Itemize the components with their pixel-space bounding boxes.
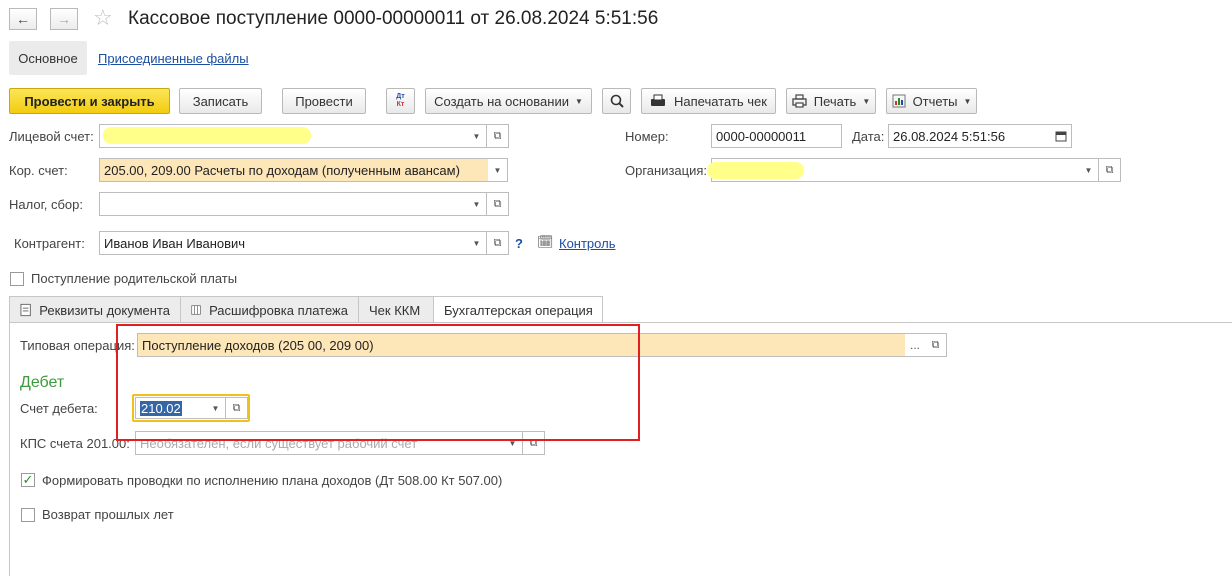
org-open-button[interactable]: ⧉ xyxy=(1099,158,1121,182)
open-window-icon: ⧉ xyxy=(1105,163,1114,176)
tax-open-button[interactable]: ⧉ xyxy=(487,192,509,216)
dt-kt-button[interactable]: Дт Кт xyxy=(386,88,415,114)
typical-operation-open-button[interactable]: ⧉ xyxy=(925,333,947,357)
report-chart-icon xyxy=(892,94,906,108)
back-button[interactable]: ← xyxy=(9,8,37,30)
redacted-highlight xyxy=(103,127,311,144)
account-open-button[interactable]: ⧉ xyxy=(487,124,509,148)
printer-icon xyxy=(792,94,807,108)
date-label: Дата: xyxy=(852,129,885,144)
calendar-icon xyxy=(1055,131,1066,142)
star-icon[interactable]: ☆ xyxy=(93,5,113,31)
chevron-down-icon: ▼ xyxy=(472,199,481,209)
annotation-red-rectangle xyxy=(116,324,640,441)
counterparty-dropdown[interactable]: ▼ xyxy=(467,231,487,255)
create-based-on-label: Создать на основании xyxy=(434,93,569,109)
tax-field[interactable] xyxy=(99,192,468,216)
tab-accounting-operation[interactable]: Бухгалтерская операция xyxy=(433,296,603,324)
prior-years-checkbox[interactable] xyxy=(21,508,35,522)
receipt-printer-icon xyxy=(651,94,666,106)
document-icon xyxy=(20,303,31,317)
account-label: Лицевой счет: xyxy=(9,129,94,144)
chevron-down-icon: ▼ xyxy=(472,131,481,141)
prior-years-label: Возврат прошлых лет xyxy=(42,507,174,522)
print-receipt-button[interactable]: Напечатать чек xyxy=(641,88,776,114)
form-entries-checkbox[interactable]: ✓ xyxy=(21,472,35,487)
ellipsis-icon: ... xyxy=(909,338,920,352)
number-field[interactable]: 0000-00000011 xyxy=(711,124,842,148)
tab-label: Реквизиты документа xyxy=(39,302,170,318)
dt-icon-label: Дт xyxy=(396,93,405,100)
reports-button[interactable]: Отчеты ▼ xyxy=(886,88,977,114)
calendar-control-icon: 🗓 xyxy=(537,234,554,249)
chevron-down-icon: ▼ xyxy=(472,238,481,248)
counterparty-open-button[interactable]: ⧉ xyxy=(487,231,509,255)
typical-operation-select-button[interactable]: ... xyxy=(905,333,926,357)
checkmark-icon: ✓ xyxy=(22,472,34,487)
attached-files-link[interactable]: Присоединенные файлы xyxy=(98,51,249,66)
counterparty-label: Контрагент: xyxy=(14,236,85,251)
open-window-icon: ⧉ xyxy=(493,197,502,210)
tab-label: Чек ККМ xyxy=(369,302,421,318)
print-label: Печать xyxy=(813,93,857,109)
redacted-highlight xyxy=(707,162,804,179)
cor-account-dropdown[interactable]: ▼ xyxy=(488,158,508,182)
chevron-down-icon: ▼ xyxy=(493,165,502,175)
debit-account-label: Счет дебета: xyxy=(20,401,98,416)
forward-button[interactable]: → xyxy=(50,8,78,30)
page-title: Кассовое поступление 0000-00000011 от 26… xyxy=(128,8,659,29)
cor-account-label: Кор. счет: xyxy=(9,163,68,178)
parent-fee-checkbox[interactable] xyxy=(10,272,24,286)
chevron-down-icon: ▼ xyxy=(574,96,583,106)
chevron-down-icon: ▼ xyxy=(862,96,871,106)
print-button[interactable]: Печать ▼ xyxy=(786,88,876,114)
counterparty-field[interactable]: Иванов Иван Иванович xyxy=(99,231,468,255)
form-entries-label: Формировать проводки по исполнению плана… xyxy=(42,473,503,488)
table-icon xyxy=(191,305,201,315)
tab-label: Бухгалтерская операция xyxy=(444,303,593,318)
create-based-on-button[interactable]: Создать на основании ▼ xyxy=(425,88,592,114)
debit-header: Дебет xyxy=(20,374,65,391)
tab-kkm-receipt[interactable]: Чек ККМ xyxy=(358,296,434,323)
chevron-down-icon: ▼ xyxy=(1084,165,1093,175)
reports-label: Отчеты xyxy=(912,93,958,109)
number-label: Номер: xyxy=(625,129,669,144)
open-window-icon: ⧉ xyxy=(931,338,940,351)
nav-main-tab[interactable]: Основное xyxy=(9,41,87,75)
date-field[interactable]: 26.08.2024 5:51:56 xyxy=(888,124,1051,148)
parent-fee-label: Поступление родительской платы xyxy=(31,271,238,286)
arrow-right-icon: → xyxy=(57,11,71,27)
cor-account-field[interactable]: 205.00, 209.00 Расчеты по доходам (получ… xyxy=(99,158,489,182)
kt-icon-label: Кт xyxy=(396,101,405,108)
help-icon[interactable]: ? xyxy=(515,236,523,251)
control-link[interactable]: Контроль xyxy=(559,236,615,251)
save-button[interactable]: Записать xyxy=(179,88,262,114)
tab-document-details[interactable]: Реквизиты документа xyxy=(9,296,181,323)
print-receipt-label: Напечатать чек xyxy=(674,93,767,109)
tax-dropdown[interactable]: ▼ xyxy=(467,192,487,216)
open-window-icon: ⧉ xyxy=(493,236,502,249)
org-dropdown[interactable]: ▼ xyxy=(1079,158,1099,182)
date-picker-button[interactable] xyxy=(1050,124,1072,148)
post-button[interactable]: Провести xyxy=(282,88,366,114)
chevron-down-icon: ▼ xyxy=(963,96,972,106)
magnifier-icon xyxy=(610,94,624,108)
kps-label: КПС счета 201.00: xyxy=(20,436,130,451)
tax-label: Налог, сбор: xyxy=(9,197,83,212)
account-dropdown[interactable]: ▼ xyxy=(467,124,487,148)
tab-label: Расшифровка платежа xyxy=(209,302,348,318)
arrow-left-icon: ← xyxy=(16,11,30,27)
tab-payment-breakdown[interactable]: Расшифровка платежа xyxy=(180,296,359,323)
org-label: Организация: xyxy=(625,163,708,178)
open-window-icon: ⧉ xyxy=(493,129,502,142)
post-and-close-button[interactable]: Провести и закрыть xyxy=(9,88,170,114)
search-button[interactable] xyxy=(602,88,631,114)
